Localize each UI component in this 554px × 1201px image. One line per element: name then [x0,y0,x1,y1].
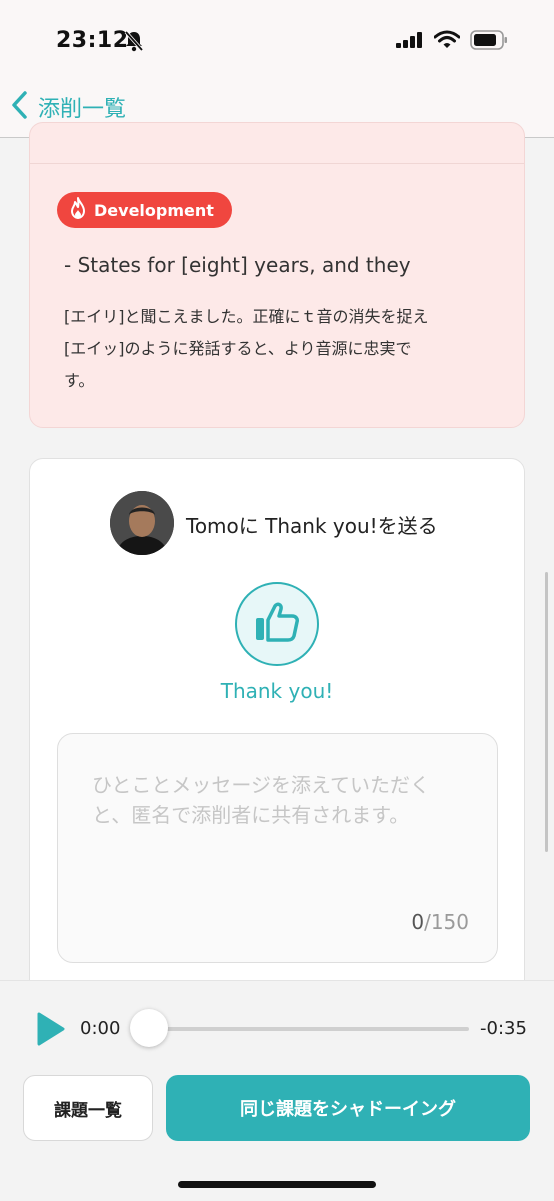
feedback-line: [エイッ]のように発話すると、より音源に忠実で [64,339,412,358]
current-time: 0:00 [80,1018,121,1039]
shadowing-button[interactable]: 同じ課題をシャドーイング [166,1075,530,1141]
progress-track[interactable] [149,1027,469,1031]
development-badge: Development [57,192,232,228]
scrollbar[interactable] [545,572,548,852]
thank-you-label: Thank you! [220,679,334,703]
battery-icon [470,30,508,54]
message-input[interactable]: ひとことメッセージを添えていただく と、匿名で添削者に共有されます。 0/150 [57,733,498,963]
bell-slash-icon [124,30,144,56]
task-list-button[interactable]: 課題一覧 [23,1075,153,1141]
feedback-card: Development - States for [eight] years, … [29,122,525,428]
avatar [110,491,174,555]
placeholder-line: ひとことメッセージを添えていただく [92,773,430,797]
play-icon[interactable] [36,1011,66,1051]
cellular-signal-icon [396,32,424,52]
chevron-left-icon [10,90,30,124]
badge-label: Development [94,200,214,220]
back-button[interactable]: 添削一覧 [10,90,126,124]
thank-you-card: Tomoに Thank you!を送る Thank you! ひとことメッセージ… [29,458,525,1058]
wifi-icon [433,30,461,54]
placeholder-line: と、匿名で添削者に共有されます。 [92,803,410,827]
status-time: 23:12 [56,28,129,53]
character-counter: 0/150 [411,910,469,934]
flame-icon [69,197,94,223]
thumbs-up-icon [254,602,300,646]
thank-you-button[interactable] [235,582,319,666]
bottom-panel: 0:00 -0:35 課題一覧 同じ課題をシャドーイング [0,980,554,1201]
feedback-line: [エイリ]と聞こえました。正確にｔ音の消失を捉え [64,307,429,326]
feedback-text: [エイリ]と聞こえました。正確にｔ音の消失を捉え [エイッ]のように発話すると、… [64,301,494,397]
remaining-time: -0:35 [480,1018,527,1039]
divider [30,163,524,164]
message-placeholder: ひとことメッセージを添えていただく と、匿名で添削者に共有されます。 [92,770,472,830]
character-count: 0 [411,910,425,934]
back-label: 添削一覧 [38,97,127,122]
progress-knob[interactable] [130,1009,168,1047]
feedback-line: す。 [64,371,95,390]
thank-you-title: Tomoに Thank you!を送る [186,514,438,538]
target-sentence: - States for [eight] years, and they [64,253,411,277]
home-indicator[interactable] [178,1181,376,1188]
status-bar: 23:12 [0,0,554,80]
character-max: /150 [424,910,469,934]
